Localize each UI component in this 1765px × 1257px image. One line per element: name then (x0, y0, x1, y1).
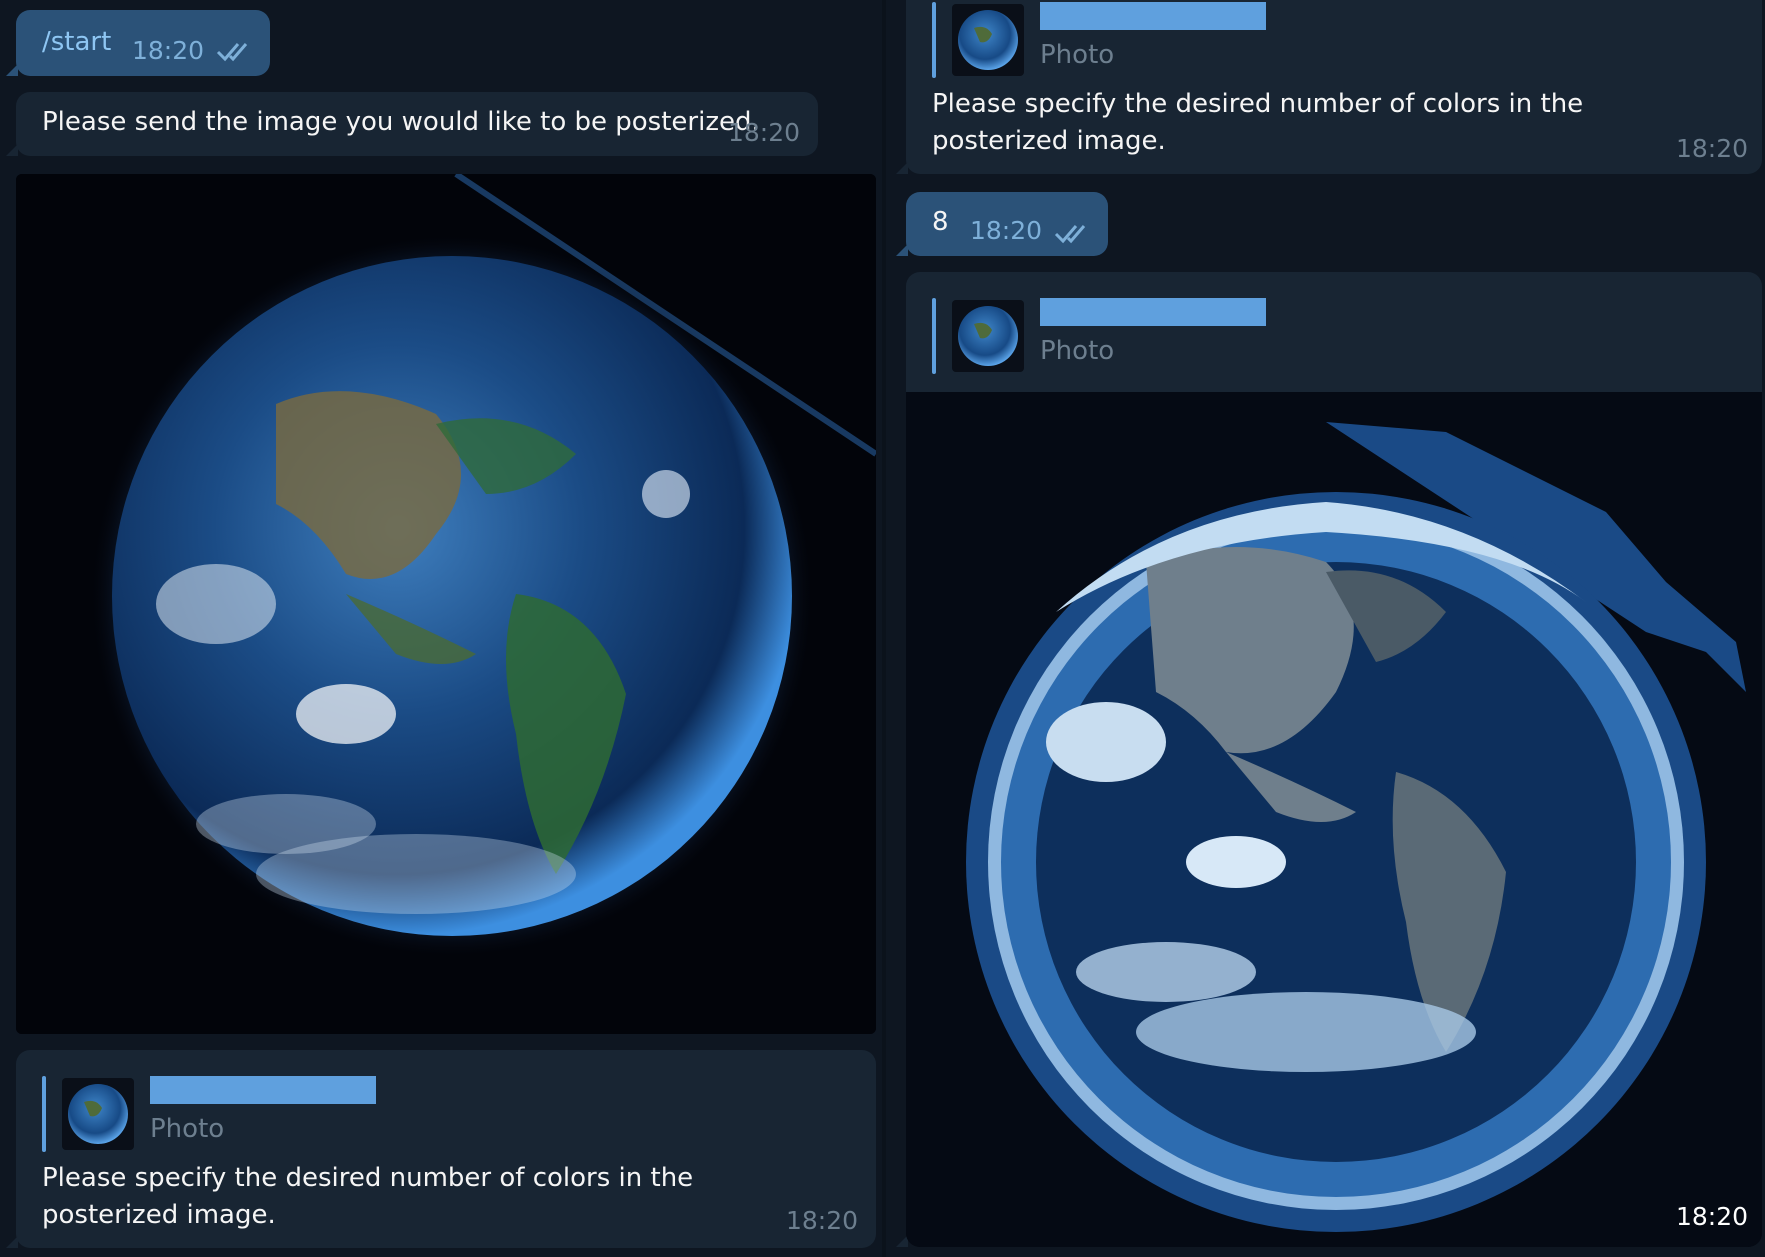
message-text: Please send the image you would like to … (42, 107, 760, 137)
message-time: 18:20 (1676, 1202, 1749, 1231)
chat-column-left: /start 18:20 Please send the image you w… (0, 0, 882, 1257)
message-bot-prompt-colors[interactable]: Photo Please specify the desired number … (6, 1050, 876, 1248)
message-time: 18:20 (786, 1206, 859, 1235)
reply-bar (42, 1076, 46, 1152)
message-time: 18:20 (1676, 134, 1749, 163)
reply-thumbnail (952, 300, 1024, 372)
message-bot-prompt-image[interactable]: Please send the image you would like to … (6, 92, 818, 156)
posterized-earth-image (906, 392, 1762, 1247)
reply-preview[interactable]: Photo (932, 298, 1332, 374)
message-bot-result[interactable]: Photo 18:20 (896, 272, 1762, 1247)
reply-preview[interactable]: Photo (932, 2, 1332, 78)
message-bot-prompt-colors[interactable]: Photo Please specify the desired number … (896, 0, 1762, 174)
reply-label: Photo (1040, 40, 1115, 70)
reply-label: Photo (150, 1114, 225, 1144)
reply-bar (932, 298, 936, 374)
reply-thumbnail (952, 4, 1024, 76)
reply-thumbnail (62, 1078, 134, 1150)
original-earth-photo[interactable] (16, 174, 876, 1034)
reply-preview[interactable]: Photo (42, 1076, 442, 1152)
message-time: 18:20 (728, 118, 801, 147)
reply-sender-name-redacted (1040, 2, 1266, 30)
message-text: /start (42, 27, 112, 57)
message-time: 18:20 (132, 36, 205, 65)
message-user-number[interactable]: 8 18:20 (896, 192, 1108, 256)
message-text: Please specify the desired number of col… (42, 1163, 694, 1230)
earth-image (16, 174, 876, 1034)
reply-sender-name-redacted (1040, 298, 1266, 326)
message-text: 8 (932, 207, 949, 237)
reply-label: Photo (1040, 336, 1115, 366)
reply-sender-name-redacted (150, 1076, 376, 1104)
double-check-icon (216, 43, 248, 62)
posterized-earth-photo[interactable]: 18:20 (906, 392, 1762, 1247)
message-time: 18:20 (970, 216, 1043, 245)
reply-bar (932, 2, 936, 78)
double-check-icon (1054, 225, 1086, 244)
message-start-command[interactable]: /start 18:20 (6, 10, 270, 76)
chat-column-right: Photo Please specify the desired number … (882, 0, 1765, 1257)
message-text: Please specify the desired number of col… (932, 89, 1584, 156)
